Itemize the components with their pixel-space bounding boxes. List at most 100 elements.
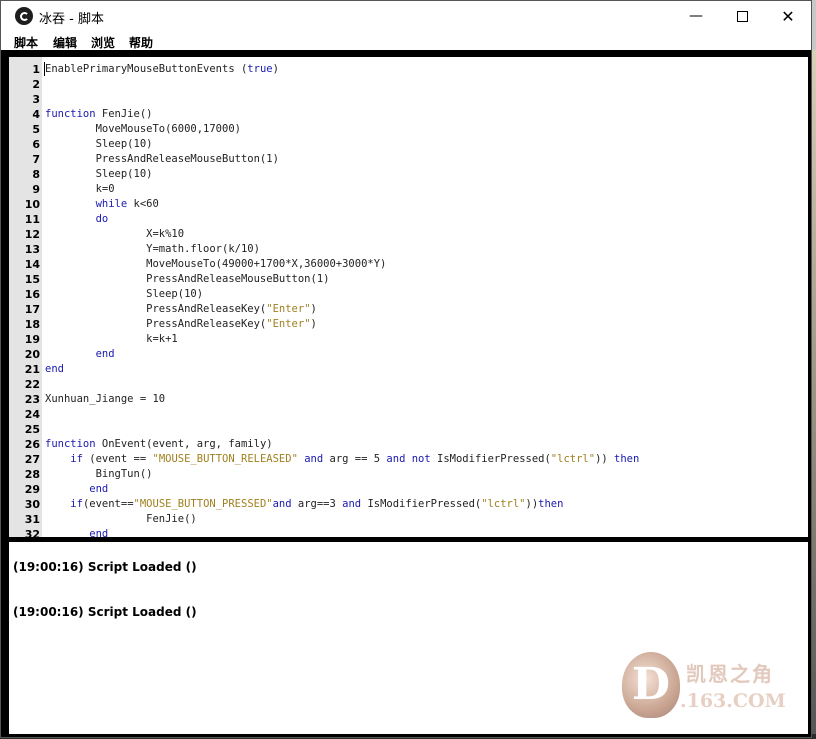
code-text: EnablePrimaryMouseButtonEvents (true) xyxy=(45,62,279,77)
line-number: 4 xyxy=(32,108,40,121)
menu-script[interactable]: 脚本 xyxy=(14,34,38,51)
close-button[interactable]: ✕ xyxy=(765,1,811,32)
code-token: )) xyxy=(525,498,539,510)
menu-view[interactable]: 浏览 xyxy=(91,34,115,51)
code-token: Sleep(10) xyxy=(45,288,204,300)
code-token: ) xyxy=(272,63,279,75)
keyword-token: end xyxy=(95,348,115,360)
line-number: 10 xyxy=(24,198,40,211)
menu-help[interactable]: 帮助 xyxy=(129,34,153,51)
line-number: 22 xyxy=(24,378,40,391)
string-token: "MOUSE_BUTTON_RELEASED" xyxy=(152,453,298,465)
line-number: 32 xyxy=(24,528,40,537)
string-token: "Enter" xyxy=(266,318,311,330)
code-text: PressAndReleaseKey("Enter") xyxy=(45,317,317,332)
code-token: arg==3 xyxy=(291,498,343,510)
line-number: 13 xyxy=(24,243,40,256)
code-token: PressAndReleaseMouseButton(1) xyxy=(45,153,279,165)
watermark-text: 凯恩之角 xyxy=(686,662,774,686)
site-watermark: D 凯恩之角 .163.COM xyxy=(622,652,792,722)
code-token: k=0 xyxy=(45,183,115,195)
watermark-domain: .163.COM xyxy=(680,690,786,712)
code-text: do xyxy=(45,212,109,227)
code-editor[interactable]: 1 EnablePrimaryMouseButtonEvents (true) 2 3… xyxy=(9,57,808,537)
code-token: k=k+1 xyxy=(45,333,178,345)
code-token: Y=math.floor(k/10) xyxy=(45,243,260,255)
string-token: "Enter" xyxy=(266,303,311,315)
code-text: function FenJie() xyxy=(45,107,152,122)
code-token: PressAndReleaseMouseButton(1) xyxy=(45,273,330,285)
code-token: (event == xyxy=(82,453,153,465)
output-message: (19:00:16) Script Loaded () xyxy=(13,605,197,619)
line-number: 17 xyxy=(24,303,40,316)
code-text: Sleep(10) xyxy=(45,167,153,182)
line-number: 12 xyxy=(24,228,40,241)
keyword-token: then xyxy=(538,498,564,510)
line-number: 31 xyxy=(24,513,40,526)
window-title: 冰吞 - 脚本 xyxy=(39,12,104,27)
keyword-token: then xyxy=(614,453,640,465)
code-text: k=k+1 xyxy=(45,332,178,347)
code-text: Sleep(10) xyxy=(45,137,153,152)
code-text: Xunhuan_Jiange = 10 xyxy=(45,392,165,407)
code-token: PressAndReleaseKey( xyxy=(45,318,267,330)
code-text: PressAndReleaseMouseButton(1) xyxy=(45,272,329,287)
keyword-token: function xyxy=(45,108,96,120)
line-number: 16 xyxy=(24,288,40,301)
code-text: BingTun() xyxy=(45,467,153,482)
keyword-token: and xyxy=(342,498,362,510)
title-bar[interactable]: 冰吞 - 脚本 — ✕ xyxy=(1,1,811,32)
watermark-logo: D xyxy=(622,652,680,718)
code-token: EnablePrimaryMouseButtonEvents ( xyxy=(45,63,248,75)
line-number: 24 xyxy=(24,408,40,421)
maximize-icon xyxy=(736,10,748,22)
line-number: 8 xyxy=(32,168,40,181)
line-number: 14 xyxy=(24,258,40,271)
code-token: IsModifierPressed( xyxy=(430,453,551,465)
output-message: (19:00:16) Script Loaded () xyxy=(13,560,197,574)
line-number: 11 xyxy=(24,213,40,226)
line-number: 3 xyxy=(32,93,40,106)
code-text: Y=math.floor(k/10) xyxy=(45,242,260,257)
code-token: X=k%10 xyxy=(45,228,185,240)
string-token: "MOUSE_BUTTON_PRESSED" xyxy=(133,498,273,510)
line-number: 29 xyxy=(24,483,40,496)
line-number: 20 xyxy=(24,348,40,361)
line-number: 2 xyxy=(32,78,40,91)
menu-edit[interactable]: 编辑 xyxy=(53,34,77,51)
code-token: arg == 5 xyxy=(323,453,387,465)
keyword-token: do xyxy=(95,213,109,225)
keyword-token: if xyxy=(70,498,83,510)
line-number: 23 xyxy=(24,393,40,406)
maximize-button[interactable] xyxy=(719,1,765,32)
app-logo-icon xyxy=(15,7,33,25)
code-text: if(event=="MOUSE_BUTTON_PRESSED"and arg=… xyxy=(45,497,563,512)
line-number: 1 xyxy=(32,63,40,76)
line-number: 19 xyxy=(24,333,40,346)
code-token: MoveMouseTo(6000,17000) xyxy=(45,123,241,135)
line-number: 25 xyxy=(24,423,40,436)
line-number: 26 xyxy=(24,438,40,451)
code-text: if (event == "MOUSE_BUTTON_RELEASED" and… xyxy=(45,452,639,467)
minimize-button[interactable]: — xyxy=(673,1,719,32)
code-token: OnEvent(event, arg, family) xyxy=(95,438,273,450)
code-token: BingTun() xyxy=(45,468,153,480)
menu-bar: 脚本 编辑 浏览 帮助 xyxy=(1,32,811,50)
code-token: Sleep(10) xyxy=(45,168,153,180)
line-number: 18 xyxy=(24,318,40,331)
code-token: Xunhuan_Jiange = 10 xyxy=(45,393,166,405)
line-number: 30 xyxy=(24,498,40,511)
code-token: FenJie() xyxy=(45,513,197,525)
line-number: 9 xyxy=(32,183,40,196)
code-token: PressAndReleaseKey( xyxy=(45,303,267,315)
line-number: 27 xyxy=(24,453,40,466)
string-token: "lctrl" xyxy=(481,498,526,510)
code-text: end xyxy=(45,527,108,537)
code-text: end xyxy=(45,482,108,497)
code-token: )) xyxy=(595,453,615,465)
